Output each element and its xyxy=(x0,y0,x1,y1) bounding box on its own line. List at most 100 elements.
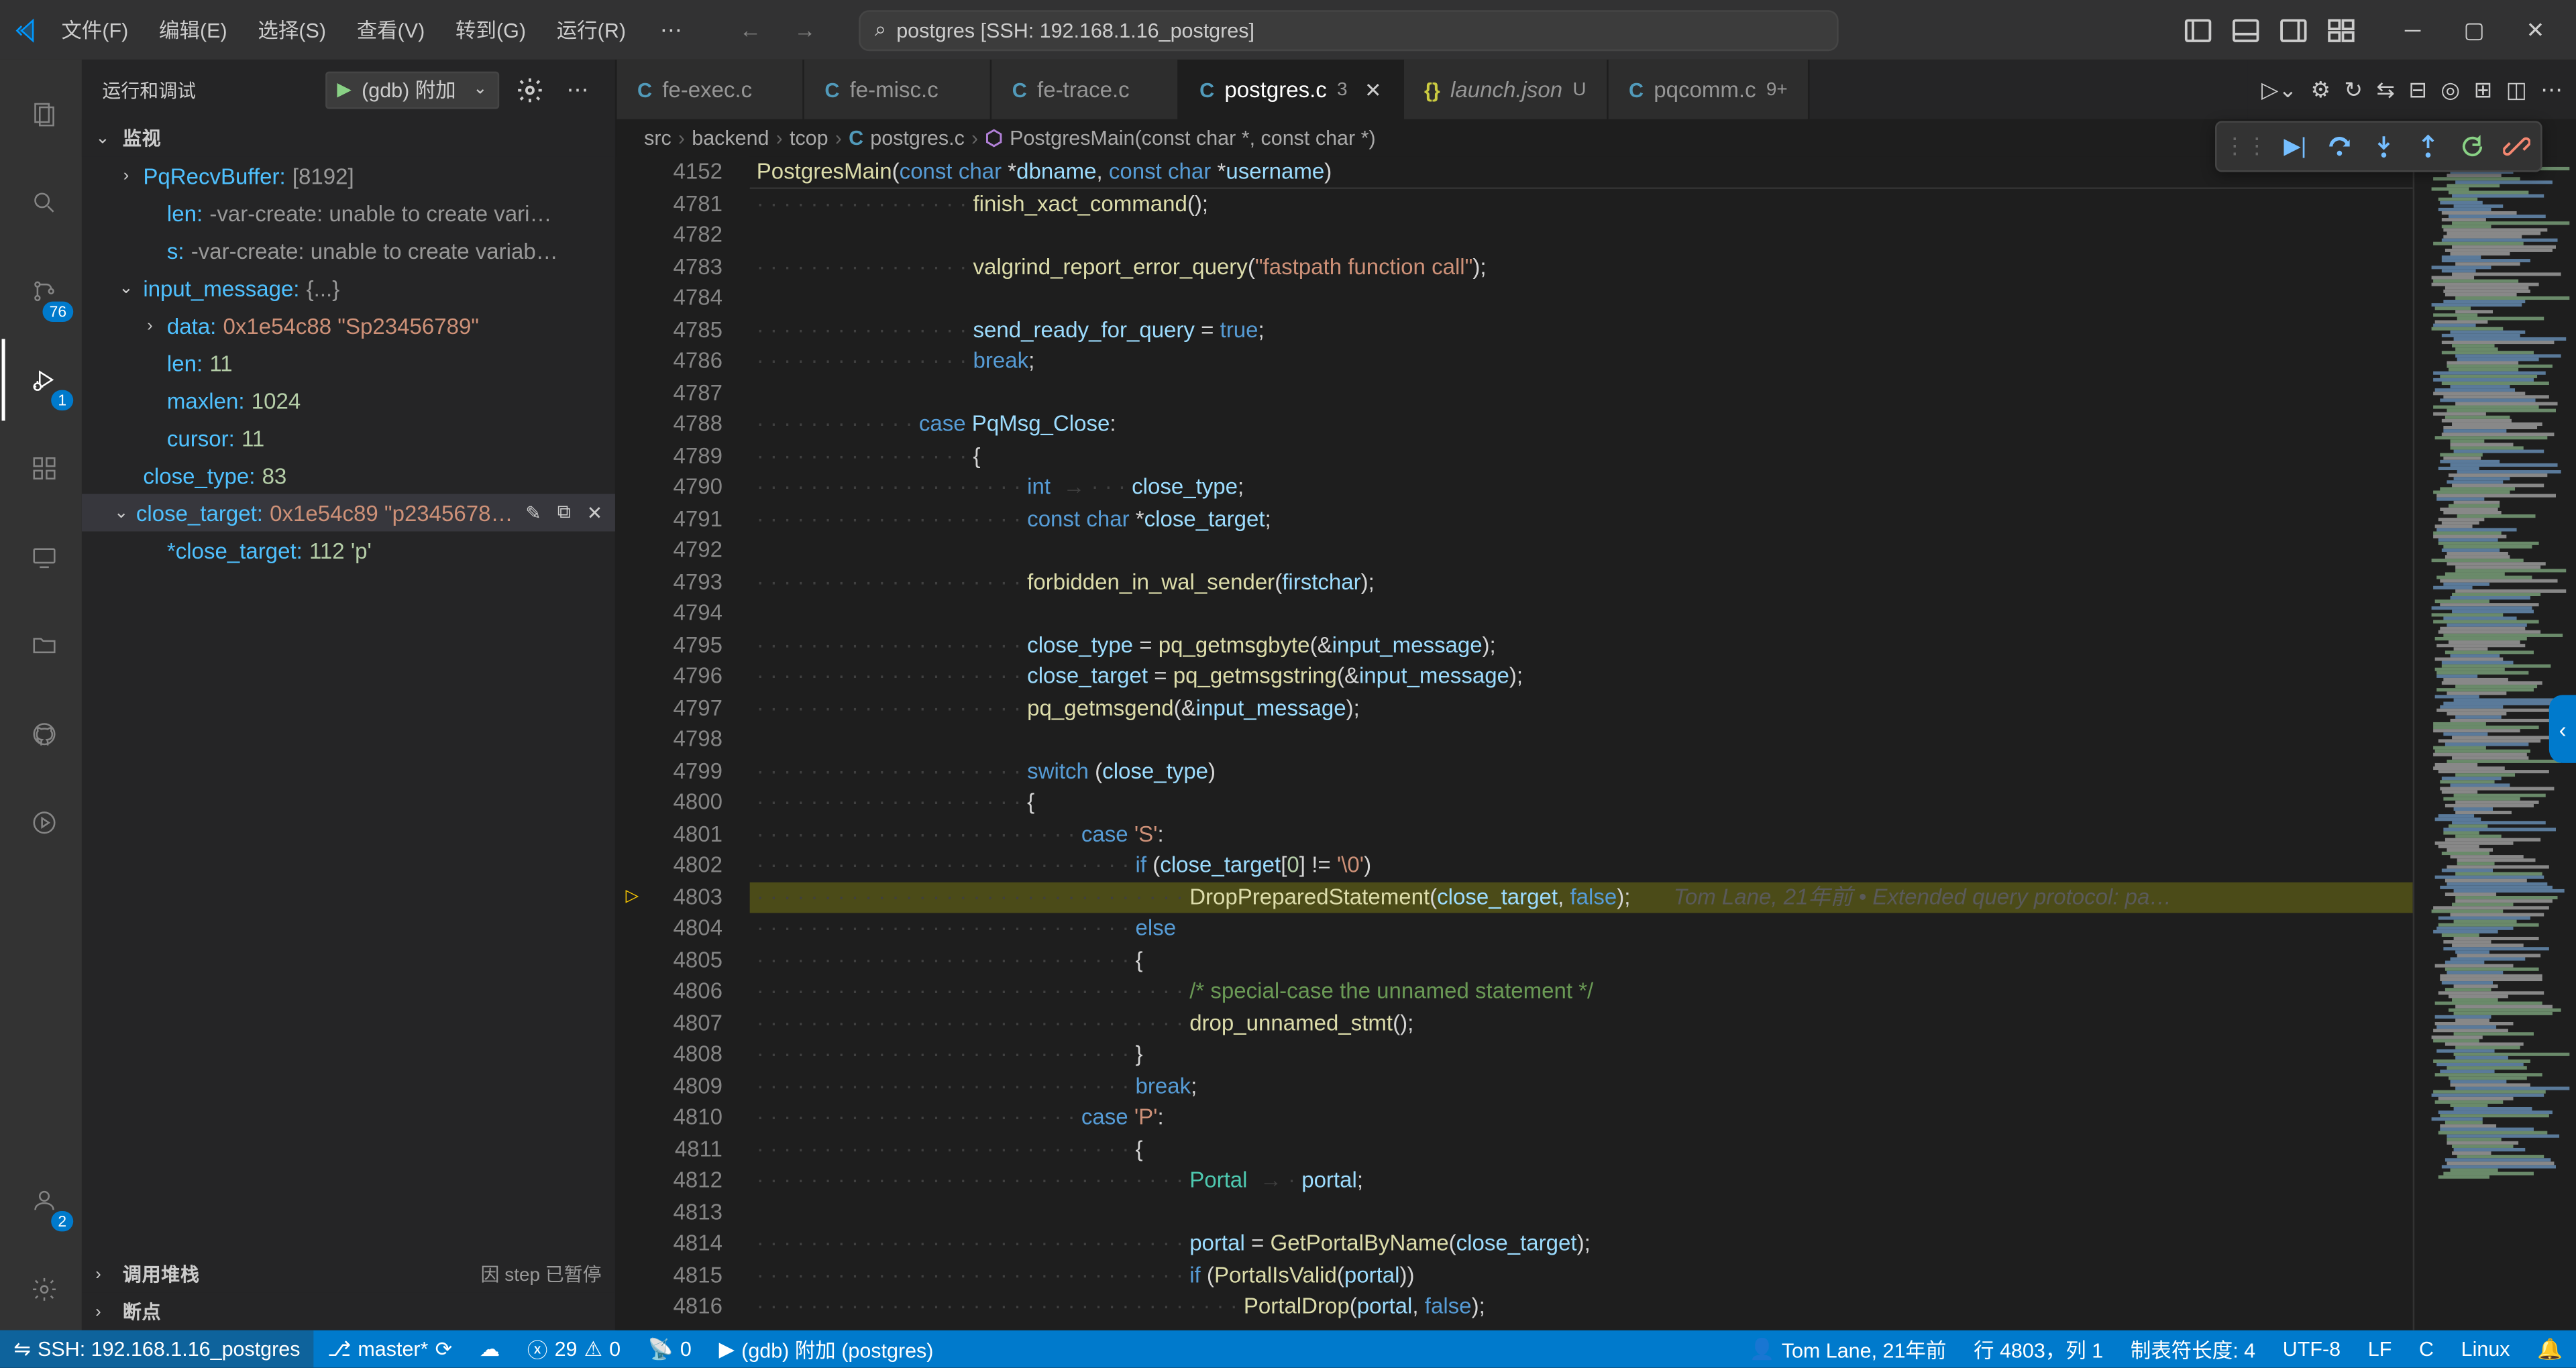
sb-ports[interactable]: 📡0 xyxy=(634,1330,705,1368)
watch-row[interactable]: cursor: 11 xyxy=(82,419,615,457)
antenna-icon: 📡 xyxy=(648,1337,674,1361)
target-icon[interactable]: ◎ xyxy=(2440,76,2460,103)
edit-icon[interactable]: ✎ xyxy=(520,499,547,526)
editor-tab[interactable]: Cpqcomm.c9+ xyxy=(1609,60,1810,119)
activity-search-icon[interactable] xyxy=(2,162,84,243)
breadcrumb-item[interactable]: src xyxy=(644,126,672,150)
vscode-logo-icon xyxy=(13,16,41,44)
glyph-margin[interactable]: ▷ xyxy=(616,157,647,1330)
editor-tab[interactable]: Cpostgres.c3✕ xyxy=(1179,60,1404,119)
editor-tab[interactable]: Cfe-trace.c xyxy=(991,60,1179,119)
activity-debug-icon[interactable]: 1 xyxy=(2,339,84,420)
sb-os[interactable]: Linux xyxy=(2447,1330,2524,1368)
activity-settings-icon[interactable] xyxy=(2,1249,84,1330)
menu-item[interactable]: 文件(F) xyxy=(48,9,142,51)
sb-lang[interactable]: C xyxy=(2406,1330,2448,1368)
menu-item[interactable]: 编辑(E) xyxy=(146,9,241,51)
watch-row[interactable]: len: -var-create: unable to create vari… xyxy=(82,194,615,232)
ellipsis-icon[interactable]: ⋯ xyxy=(561,72,595,107)
callstack-section-header[interactable]: › 调用堆栈 因 step 已暂停 xyxy=(82,1255,615,1293)
split-horizontal-icon[interactable]: ⊟ xyxy=(2408,76,2427,103)
ellipsis-icon[interactable]: ⋯ xyxy=(2540,76,2563,103)
debug-config-selector[interactable]: ▶ (gdb) 附加 ⌄ xyxy=(325,70,500,108)
code-content[interactable]: PostgresMain(const char *dbname, const c… xyxy=(750,157,2413,1330)
expand-icon[interactable]: ⊞ xyxy=(2474,76,2493,103)
layout-panel-left-icon[interactable] xyxy=(2181,13,2215,47)
activity-extensions-icon[interactable] xyxy=(2,428,84,510)
drag-handle-icon[interactable]: ⋮⋮ xyxy=(2220,133,2271,160)
remove-icon[interactable]: ✕ xyxy=(581,499,608,526)
sb-problems[interactable]: ⓧ29 ⚠0 xyxy=(514,1330,635,1368)
nav-back-icon[interactable]: ← xyxy=(730,9,771,50)
menu-item[interactable]: 转到(G) xyxy=(442,9,540,51)
sb-branch[interactable]: ⎇ master* ⟳ xyxy=(314,1330,466,1368)
copy-icon[interactable]: ⧉ xyxy=(550,499,578,526)
activity-folder-icon[interactable] xyxy=(2,605,84,687)
breakpoints-section-header[interactable]: › 断点 xyxy=(82,1293,615,1330)
command-center[interactable]: ⌕ postgres [SSH: 192.168.1.16_postgres] xyxy=(859,9,1839,50)
watch-row[interactable]: close_type: 83 xyxy=(82,457,615,494)
watch-row[interactable]: ›PqRecvBuffer: [8192] xyxy=(82,157,615,194)
ai-toggle-icon[interactable]: ‹ xyxy=(2549,695,2576,763)
editor-tab[interactable]: Cfe-exec.c xyxy=(616,60,804,119)
close-icon[interactable]: ✕ xyxy=(2508,9,2563,50)
gear-icon[interactable]: ⚙ xyxy=(2310,76,2330,103)
activity-github-icon[interactable] xyxy=(2,693,84,775)
sb-encoding[interactable]: UTF-8 xyxy=(2269,1330,2354,1368)
nav-forward-icon[interactable]: → xyxy=(784,9,825,50)
watch-row[interactable]: s: -var-create: unable to create variab… xyxy=(82,231,615,269)
restart-icon[interactable] xyxy=(2452,126,2493,167)
sb-remote[interactable]: ⇋ SSH: 192.168.1.16_postgres xyxy=(0,1330,314,1368)
activity-explorer-icon[interactable] xyxy=(2,73,84,155)
sb-eol[interactable]: LF xyxy=(2354,1330,2405,1368)
activity-scm-icon[interactable]: 76 xyxy=(2,250,84,332)
layout-panel-right-icon[interactable] xyxy=(2276,13,2310,47)
step-over-icon[interactable] xyxy=(2319,126,2360,167)
watch-row[interactable]: ›data: 0x1e54c88 "Sp23456789" xyxy=(82,306,615,344)
watch-row[interactable]: ⌄close_target: 0x1e54c89 "p2345678…✎⧉✕ xyxy=(82,494,615,532)
gear-icon[interactable] xyxy=(513,72,547,107)
editor-body[interactable]: ▷ 41524781478247834784478547864787478847… xyxy=(616,157,2576,1330)
close-icon[interactable]: ✕ xyxy=(1364,78,1382,102)
split-icon[interactable]: ◫ xyxy=(2506,76,2527,103)
activity-account-icon[interactable]: 2 xyxy=(2,1160,84,1242)
menu-item[interactable]: 运行(R) xyxy=(543,9,639,51)
sidebar-header: 运行和调试 ▶ (gdb) 附加 ⌄ ⋯ xyxy=(82,60,615,119)
watch-row[interactable]: ⌄input_message: {...} xyxy=(82,269,615,306)
sb-cursor[interactable]: 行 4803，列 1 xyxy=(1960,1330,2117,1368)
step-into-icon[interactable] xyxy=(2363,126,2404,167)
layout-panel-bottom-icon[interactable] xyxy=(2229,13,2263,47)
error-icon: ⓧ xyxy=(527,1334,548,1363)
watch-row[interactable]: maxlen: 1024 xyxy=(82,382,615,419)
activity-play-icon[interactable] xyxy=(2,782,84,864)
disconnect-icon[interactable] xyxy=(2496,126,2537,167)
history-icon[interactable]: ↻ xyxy=(2344,76,2363,103)
menu-item[interactable]: 选择(S) xyxy=(244,9,339,51)
watch-row[interactable]: len: 11 xyxy=(82,344,615,382)
step-out-icon[interactable] xyxy=(2408,126,2449,167)
debug-toolbar: ⋮⋮ ▶| xyxy=(2215,121,2542,172)
maximize-icon[interactable]: ▢ xyxy=(2447,9,2501,50)
diff-icon[interactable]: ⇆ xyxy=(2376,76,2395,103)
sb-cloud[interactable]: ☁ xyxy=(466,1330,513,1368)
breadcrumb-item[interactable]: tcop xyxy=(790,126,828,150)
sb-notifications-icon[interactable]: 🔔 xyxy=(2524,1330,2576,1368)
sb-tabsize[interactable]: 制表符长度: 4 xyxy=(2117,1330,2269,1368)
watch-row[interactable]: *close_target: 112 'p' xyxy=(82,531,615,569)
layout-customize-icon[interactable] xyxy=(2324,13,2359,47)
menu-overflow-icon[interactable]: ⋯ xyxy=(646,9,696,50)
sb-debug-status[interactable]: ▶ (gdb) 附加 (postgres) xyxy=(705,1330,947,1368)
editor-tab[interactable]: {}launch.jsonU xyxy=(1404,60,1609,119)
continue-icon[interactable]: ▶| xyxy=(2275,126,2316,167)
watch-section-header[interactable]: ⌄ 监视 xyxy=(82,119,615,157)
run-dropdown-icon[interactable]: ▷⌄ xyxy=(2261,76,2297,103)
sb-blame[interactable]: 👤 Tom Lane, 21年前 xyxy=(1735,1330,1960,1368)
breadcrumb-item[interactable]: ⬡PostgresMain(const char *, const char *… xyxy=(985,126,1375,150)
branch-icon: ⎇ xyxy=(327,1337,351,1361)
breadcrumb-item[interactable]: Cpostgres.c xyxy=(849,126,965,150)
activity-remote-icon[interactable] xyxy=(2,516,84,598)
breadcrumb-item[interactable]: backend xyxy=(692,126,769,150)
editor-tab[interactable]: Cfe-misc.c xyxy=(804,60,991,119)
minimize-icon[interactable]: ─ xyxy=(2385,9,2440,50)
menu-item[interactable]: 查看(V) xyxy=(343,9,438,51)
